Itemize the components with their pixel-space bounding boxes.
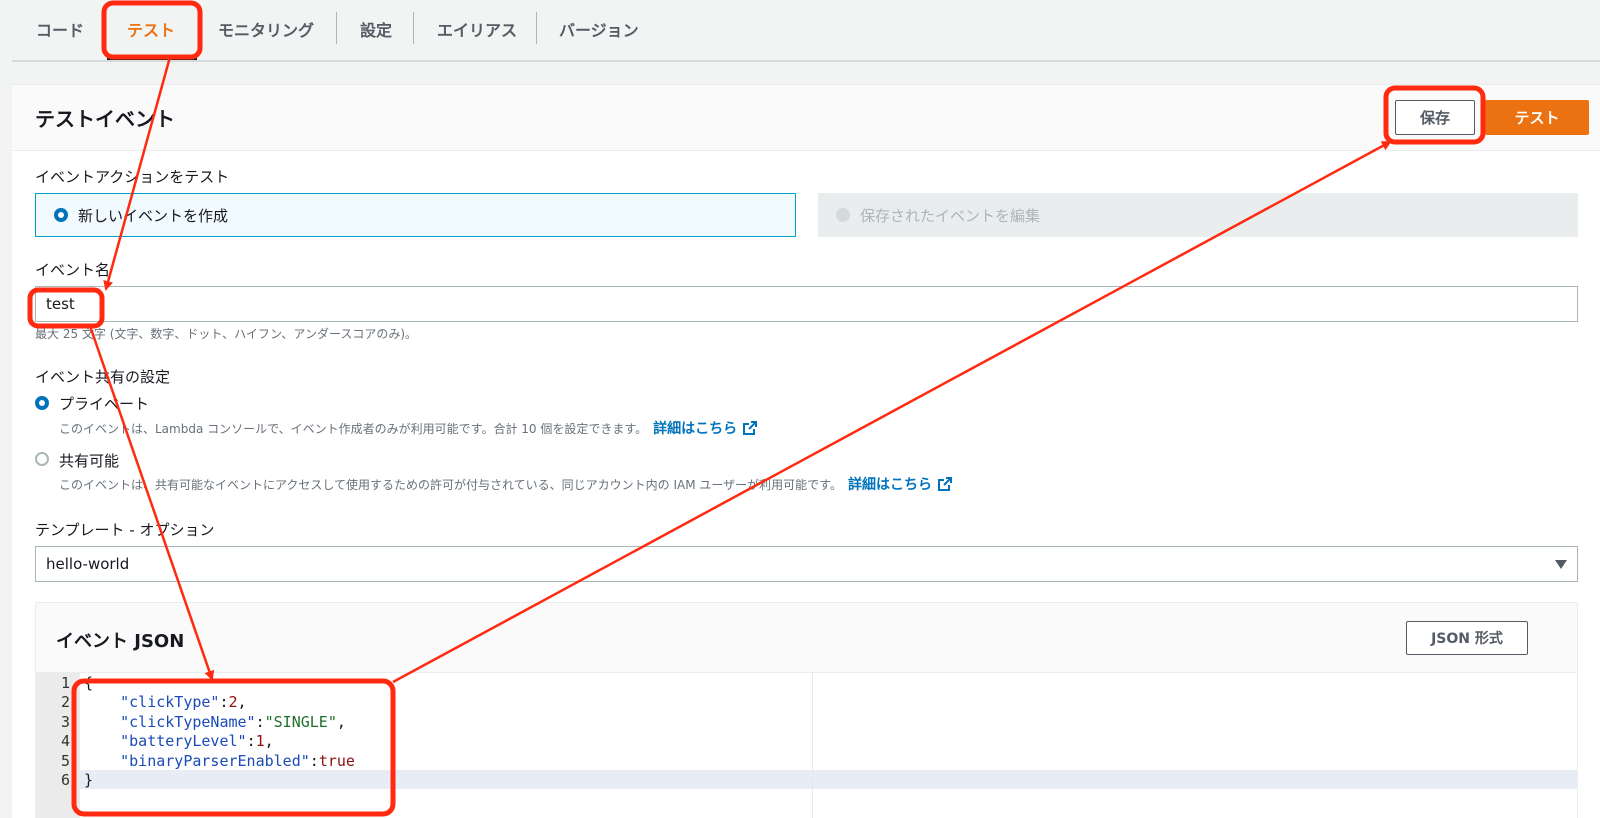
active-line-highlight <box>80 770 1577 789</box>
code-line: "binaryParserEnabled":true <box>84 752 355 770</box>
event-json-section: イベント JSON JSON 形式 1 2 3 4 5 6 { "clickTy… <box>35 602 1578 818</box>
json-comma: , <box>237 693 247 711</box>
json-colon: : <box>309 752 319 770</box>
shareable-radio[interactable] <box>35 452 49 466</box>
json-colon: : <box>246 732 256 750</box>
line-number-gutter: 1 2 3 4 5 6 <box>36 673 80 818</box>
json-value: true <box>318 752 355 770</box>
tab-versions[interactable]: バージョン <box>559 17 639 41</box>
test-event-panel: テストイベント 保存 テスト イベントアクションをテスト 新しいイベントを作成 … <box>12 84 1600 818</box>
code-line: "batteryLevel":1, <box>84 732 274 750</box>
event-action-label: イベントアクションをテスト <box>35 168 230 186</box>
code-line: { <box>84 674 93 692</box>
shareable-description: このイベントは、共有可能なイベントにアクセスして使用するための許可が付与されてい… <box>59 474 953 494</box>
line-number: 6 <box>60 771 70 789</box>
private-radio[interactable] <box>35 396 49 410</box>
json-key: "batteryLevel" <box>120 732 247 750</box>
event-json-title: イベント JSON <box>56 631 185 652</box>
edit-saved-event-option[interactable]: 保存されたイベントを編集 <box>818 193 1578 237</box>
json-value: "SINGLE" <box>264 713 337 731</box>
line-number: 1 <box>60 674 70 692</box>
line-number: 4 <box>60 732 70 750</box>
json-key: "clickTypeName" <box>120 713 256 731</box>
template-selected-value: hello-world <box>46 555 130 573</box>
event-json-header: イベント JSON JSON 形式 <box>36 603 1577 673</box>
edit-saved-event-label: 保存されたイベントを編集 <box>860 206 1041 225</box>
code-line: "clickType":2, <box>84 693 247 711</box>
external-link-icon[interactable] <box>937 476 953 492</box>
private-learn-more-link[interactable]: 詳細はこちら <box>653 418 737 438</box>
private-option-label[interactable]: プライベート <box>59 393 149 414</box>
panel-header: テストイベント 保存 テスト <box>12 85 1600 151</box>
shareable-option-label[interactable]: 共有可能 <box>59 450 119 471</box>
tab-divider <box>536 12 537 44</box>
private-description: このイベントは、Lambda コンソールで、イベント作成者のみが利用可能です。合… <box>59 418 758 438</box>
template-select[interactable]: hello-world <box>35 546 1578 582</box>
radio-disabled-icon <box>836 208 850 222</box>
event-name-label: イベント名 <box>35 261 111 279</box>
json-comma: , <box>264 732 274 750</box>
tab-settings[interactable]: 設定 <box>360 17 392 41</box>
test-button[interactable]: テスト <box>1485 100 1589 135</box>
line-number: 5 <box>60 752 70 770</box>
template-label: テンプレート - オプション <box>35 521 215 539</box>
json-key: "clickType" <box>120 693 220 711</box>
line-number: 2 <box>60 693 70 711</box>
shareable-learn-more-link[interactable]: 詳細はこちら <box>848 474 932 494</box>
tab-aliases[interactable]: エイリアス <box>437 17 517 41</box>
json-colon: : <box>219 693 229 711</box>
caret-down-icon <box>1555 560 1567 569</box>
tab-code[interactable]: コード <box>36 17 84 41</box>
event-name-hint: 最大 25 文字 (文字、数字、ドット、ハイフン、アンダースコアのみ)。 <box>35 327 418 341</box>
line-number: 3 <box>60 713 70 731</box>
event-name-input[interactable]: test <box>35 286 1578 322</box>
radio-selected-icon <box>54 208 68 222</box>
private-description-text: このイベントは、Lambda コンソールで、イベント作成者のみが利用可能です。合… <box>59 421 648 436</box>
print-margin <box>812 673 813 818</box>
panel-title: テストイベント <box>35 107 175 131</box>
tab-test[interactable]: テスト <box>127 17 175 41</box>
json-colon: : <box>255 713 265 731</box>
json-value: 1 <box>255 732 265 750</box>
tab-divider <box>413 12 414 44</box>
json-comma: , <box>336 713 346 731</box>
format-json-button[interactable]: JSON 形式 <box>1406 621 1528 655</box>
code-line: "clickTypeName":"SINGLE", <box>84 713 346 731</box>
shareable-description-text: このイベントは、共有可能なイベントにアクセスして使用するための許可が付与されてい… <box>59 477 842 492</box>
json-key: "binaryParserEnabled" <box>120 752 310 770</box>
create-new-event-label: 新しいイベントを作成 <box>78 206 229 225</box>
create-new-event-option[interactable]: 新しいイベントを作成 <box>35 193 796 237</box>
event-name-value: test <box>46 295 75 313</box>
close-brace: } <box>84 771 94 789</box>
save-button[interactable]: 保存 <box>1395 100 1475 135</box>
tab-bar-border <box>12 60 1600 62</box>
external-link-icon[interactable] <box>742 420 758 436</box>
json-value: 2 <box>228 693 238 711</box>
tab-monitoring[interactable]: モニタリング <box>218 17 314 41</box>
json-code-editor[interactable]: 1 2 3 4 5 6 { "clickType":2, "clickTypeN… <box>36 673 1577 818</box>
code-line: } <box>84 771 93 789</box>
tab-bar: コード テスト モニタリング 設定 エイリアス バージョン <box>0 0 1600 60</box>
sharing-label: イベント共有の設定 <box>35 368 171 386</box>
tab-divider <box>336 12 337 44</box>
open-brace: { <box>84 674 94 692</box>
